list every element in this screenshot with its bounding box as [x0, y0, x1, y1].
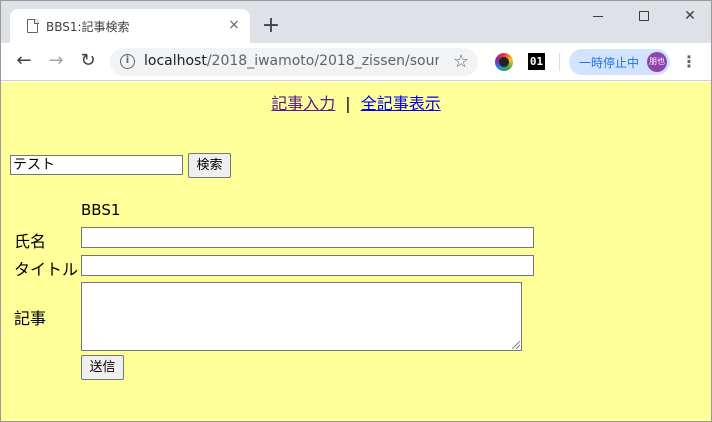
- minimize-icon: [593, 16, 603, 17]
- maximize-button[interactable]: [621, 1, 667, 31]
- profile-status: 一時停止中: [579, 56, 640, 70]
- resize-grip-icon[interactable]: [512, 341, 520, 349]
- bookmark-star-icon[interactable]: ☆: [453, 51, 469, 72]
- title-label: タイトル: [14, 260, 79, 279]
- color-wheel-extension-icon[interactable]: [495, 53, 513, 71]
- page-content: 記事入力 | 全記事表示 テスト 検索 BBS1 氏名 タイトル 記事 送信: [1, 82, 711, 421]
- nav-link-post-article[interactable]: 記事入力: [271, 94, 335, 113]
- nav-separator: |: [345, 94, 351, 113]
- page-icon: [27, 18, 39, 33]
- reload-icon[interactable]: ↻: [76, 49, 100, 73]
- back-arrow-icon[interactable]: ←: [12, 49, 36, 73]
- window-close-button[interactable]: ✕: [667, 1, 711, 31]
- more-menu-icon[interactable]: ⋮: [681, 52, 697, 72]
- url-path: /2018_iwamoto/2018_zissen/sources...: [206, 53, 439, 69]
- browser-window: BBS1:記事検索 × + ✕ ← → ↻ i localhost/2018_i…: [0, 0, 712, 422]
- tab-active[interactable]: BBS1:記事検索 ×: [10, 9, 250, 43]
- new-tab-icon[interactable]: +: [260, 15, 282, 37]
- article-textarea[interactable]: [81, 282, 522, 351]
- address-bar[interactable]: i localhost/2018_iwamoto/2018_zissen/sou…: [110, 48, 478, 76]
- profile-button[interactable]: 一時停止中 朋也: [569, 49, 670, 75]
- board-title: BBS1: [81, 201, 121, 219]
- extension-01-icon[interactable]: 01: [528, 53, 545, 70]
- tab-strip: BBS1:記事検索 × + ✕: [1, 1, 711, 43]
- title-field[interactable]: [81, 255, 534, 276]
- nav-link-show-all[interactable]: 全記事表示: [361, 94, 441, 113]
- close-icon[interactable]: ×: [226, 17, 242, 33]
- submit-button[interactable]: 送信: [81, 355, 124, 380]
- minimize-button[interactable]: [575, 1, 621, 31]
- toolbar-divider: [559, 53, 560, 71]
- forward-arrow-icon[interactable]: →: [44, 49, 68, 73]
- url-text[interactable]: localhost/2018_iwamoto/2018_zissen/sourc…: [144, 53, 439, 69]
- close-window-icon: ✕: [684, 8, 696, 24]
- top-nav: 記事入力 | 全記事表示: [1, 90, 711, 114]
- search-button[interactable]: 検索: [188, 153, 231, 178]
- url-host: localhost: [144, 53, 207, 69]
- name-label: 氏名: [14, 232, 47, 251]
- maximize-icon: [639, 11, 649, 21]
- search-input[interactable]: テスト: [10, 155, 183, 175]
- browser-toolbar: ← → ↻ i localhost/2018_iwamoto/2018_ziss…: [1, 43, 711, 81]
- name-field[interactable]: [81, 227, 534, 248]
- info-icon[interactable]: i: [120, 54, 135, 69]
- article-label: 記事: [14, 309, 47, 328]
- tab-title: BBS1:記事検索: [46, 20, 130, 34]
- avatar: 朋也: [647, 52, 667, 72]
